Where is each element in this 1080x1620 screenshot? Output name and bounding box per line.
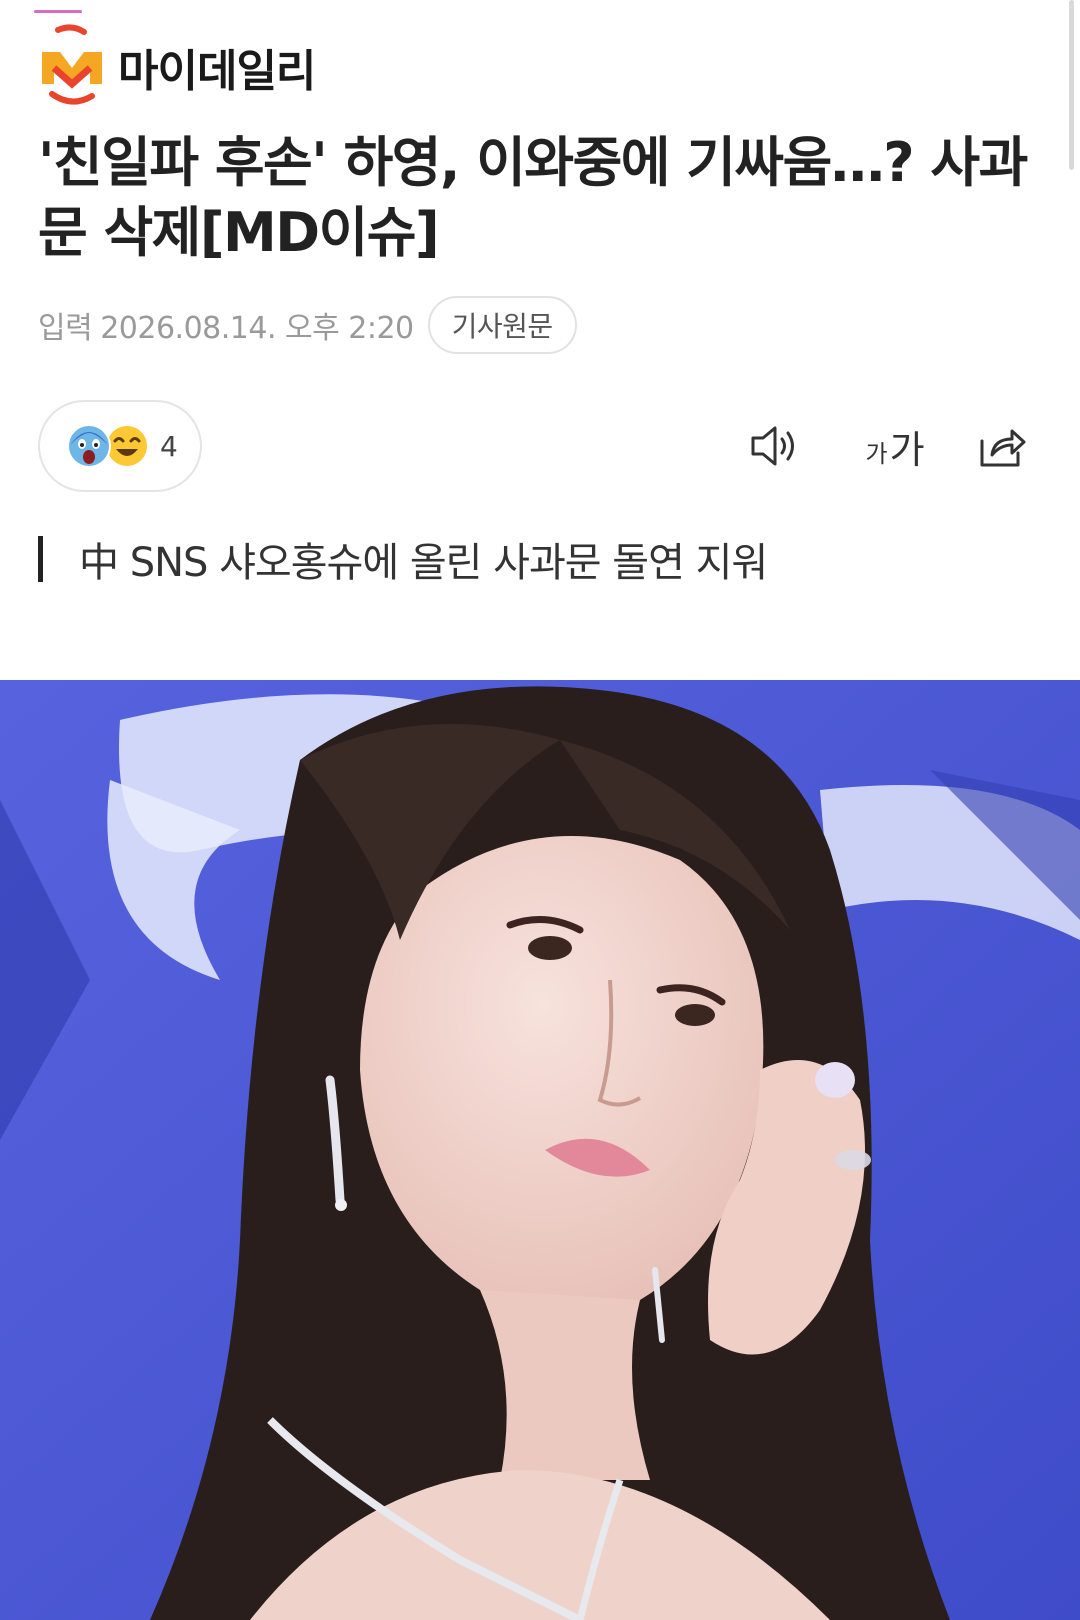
subheading-text: 中 SNS 샤오홍슈에 올린 사과문 돌연 지워 <box>79 540 768 586</box>
article-meta: 입력 2026.08.14. 오후 2:20 기사원문 <box>38 296 577 354</box>
published-date: 2026.08.14. 오후 2:20 <box>100 311 414 346</box>
article-headline: '친일파 후손' 하영, 이와중에 기싸움…? 사과문 삭제[MD이슈] <box>38 131 1028 264</box>
subheading-bar <box>38 536 43 582</box>
published-label: 입력 <box>38 311 93 346</box>
top-accent-bar <box>34 10 82 13</box>
article-page: 마이데일리 '친일파 후손' 하영, 이와중에 기싸움…? 사과문 삭제[MD이… <box>0 0 1080 1620</box>
share-icon <box>980 429 1026 467</box>
speaker-icon <box>751 426 794 466</box>
article-toolbar: 가 가 <box>740 418 1080 478</box>
source-article-button[interactable]: 기사원문 <box>427 296 577 354</box>
reaction-button[interactable]: 4 <box>38 400 202 492</box>
font-size-large-label: 가 <box>889 427 925 472</box>
brand-header[interactable]: 마이데일리 <box>38 20 316 110</box>
article-photo[interactable] <box>0 680 1080 1620</box>
reaction-count: 4 <box>160 429 178 463</box>
article-photo-graphic <box>0 680 1080 1620</box>
font-size-button[interactable]: 가 가 <box>850 418 940 474</box>
scrollbar[interactable] <box>1069 0 1074 170</box>
article-subheading: 中 SNS 샤오홍슈에 올린 사과문 돌연 지워 <box>38 530 768 588</box>
shocked-face-icon <box>67 424 111 468</box>
read-aloud-button[interactable] <box>740 418 810 474</box>
share-button[interactable] <box>968 418 1038 474</box>
brand-name: 마이데일리 <box>118 46 316 97</box>
mydaily-logo-icon <box>42 24 102 105</box>
reaction-emoji-stack <box>66 423 150 469</box>
font-size-small-label: 가 <box>865 439 888 468</box>
